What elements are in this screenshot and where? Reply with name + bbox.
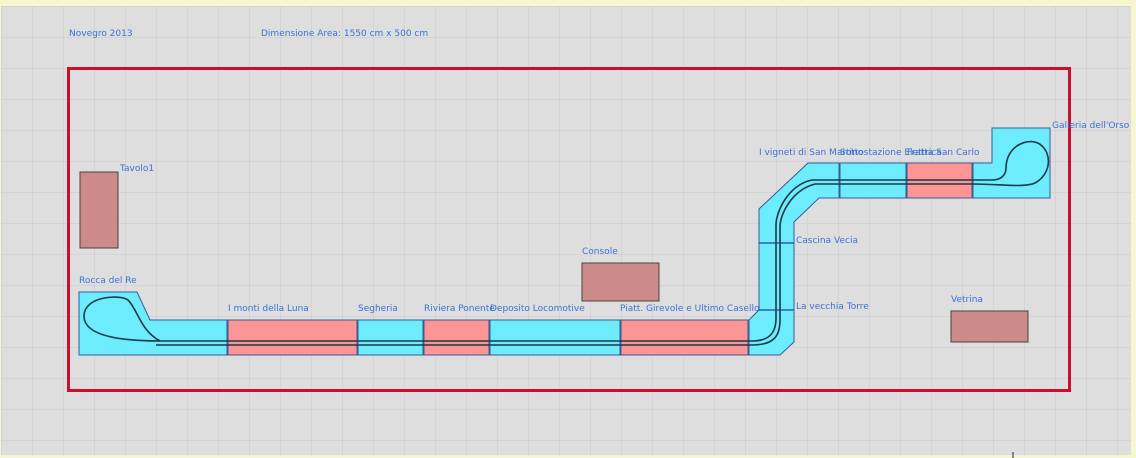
layout-title: Novegro 2013 — [69, 29, 133, 39]
grid — [1, 6, 1131, 455]
module-riviera-ponente-label: Riviera Ponente — [424, 304, 495, 314]
table-console[interactable] — [581, 262, 660, 302]
module-piatt-girevole-label: Piatt. Girevole e Ultimo Casello — [620, 304, 760, 314]
area-dimension: Dimensione Area: 1550 cm x 500 cm — [261, 29, 428, 39]
module-deposito-locomotive-label: Deposito Locomotive — [490, 304, 585, 314]
module-segheria[interactable] — [357, 319, 424, 356]
table-vetrina-label: Vetrina — [951, 295, 983, 305]
layout-canvas: Novegro 2013 Dimensione Area: 1550 cm x … — [1, 6, 1131, 458]
module-i-monti-della-luna[interactable] — [227, 319, 358, 356]
module-rocca-del-re-label: Rocca del Re — [79, 276, 137, 286]
module-fratta-san-carlo-label: Fratta San Carlo — [907, 148, 980, 158]
module-riviera-ponente[interactable] — [423, 319, 490, 356]
module-i-monti-della-luna-label: I monti della Luna — [228, 304, 309, 314]
table-vetrina[interactable] — [950, 310, 1029, 343]
table-tavolo1-label: Tavolo1 — [119, 164, 154, 174]
table-tavolo1[interactable] — [79, 171, 119, 249]
module-segheria-label: Segheria — [358, 304, 398, 314]
module-deposito-locomotive[interactable] — [489, 319, 621, 356]
module-cascina-vecia-label: Cascina Vecia — [796, 236, 858, 246]
module-la-vecchia-torre-label: La vecchia Torre — [796, 302, 869, 312]
table-console-label: Console — [582, 247, 618, 257]
module-piatt-girevole[interactable] — [620, 319, 749, 356]
module-galleria-dell-orso-label: Galleria dell'Orso — [1052, 121, 1130, 131]
